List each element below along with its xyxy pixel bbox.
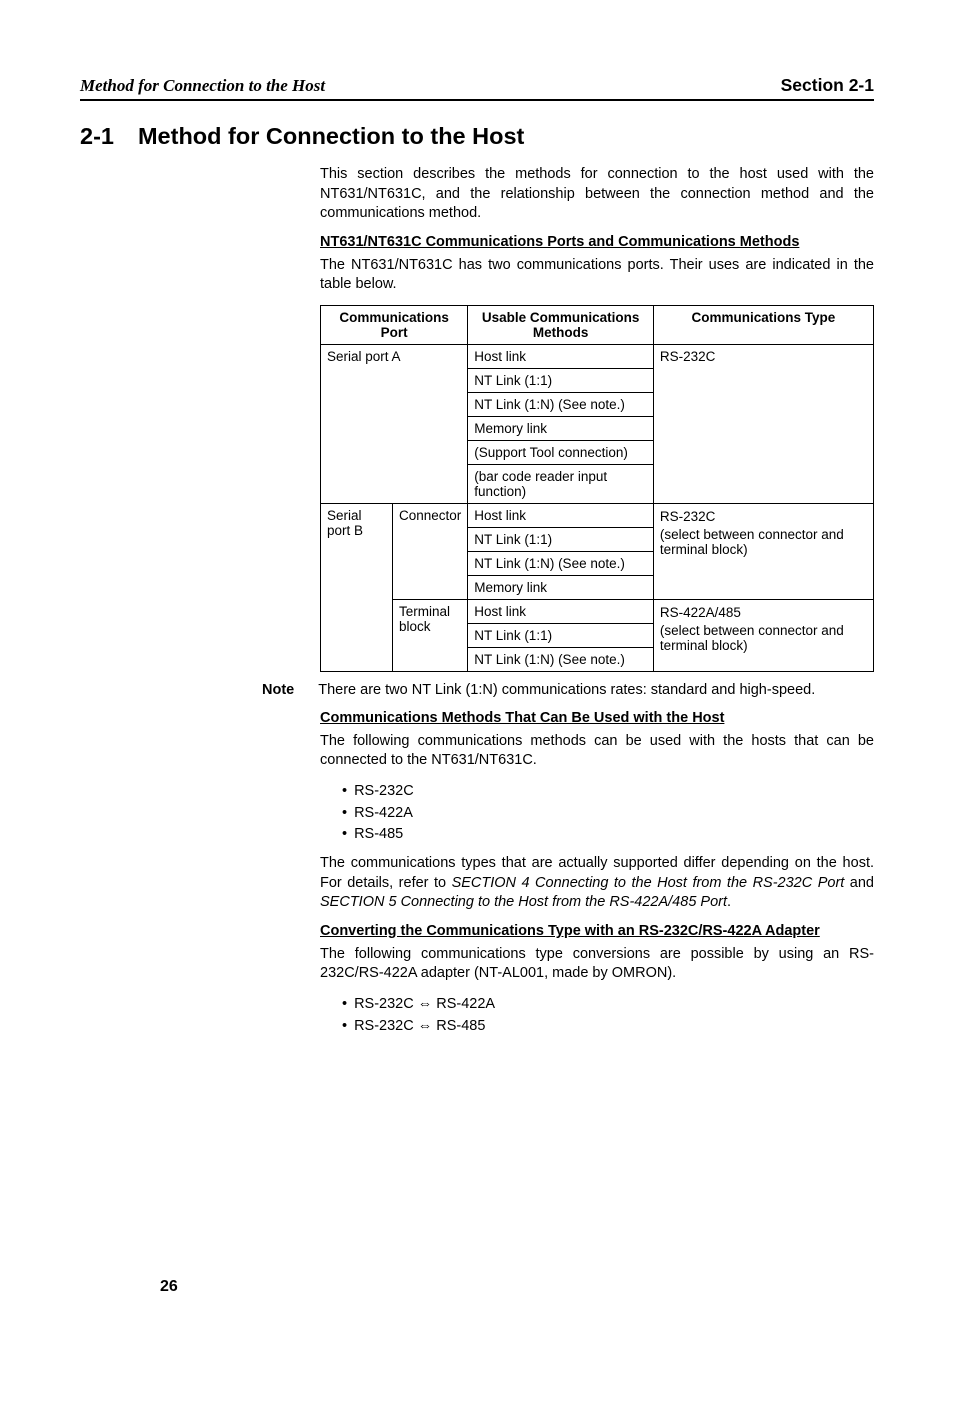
cell-method: (Support Tool connection) xyxy=(468,440,654,464)
list-item: RS-232C ⇔ RS-422A xyxy=(342,994,874,1016)
sub3-paragraph: The following communications type conver… xyxy=(320,945,874,984)
table-row: Serial port A Host link RS-232C xyxy=(321,344,874,368)
cell-method: Host link xyxy=(468,344,654,368)
list-item: RS-232C ⇔ RS-485 xyxy=(342,1016,874,1038)
section-number: 2-1 xyxy=(80,123,114,150)
subhead-comm-methods-host: Communications Methods That Can Be Used … xyxy=(320,710,874,726)
intro-paragraph: This section describes the methods for c… xyxy=(320,165,874,224)
section-title: Method for Connection to the Host xyxy=(138,123,524,150)
type-line: (select between connector and terminal b… xyxy=(660,526,867,559)
cell-method: Host link xyxy=(468,503,654,527)
cell-type: RS-232C xyxy=(653,344,873,503)
subhead-converting: Converting the Communications Type with … xyxy=(320,923,874,939)
text-fragment: and xyxy=(844,875,874,891)
note-text: There are two NT Link (1:N) communicatio… xyxy=(318,682,874,698)
type-line: RS-422A/485 xyxy=(660,604,867,622)
th-port: Communications Port xyxy=(321,305,468,344)
cell-port-a: Serial port A xyxy=(321,344,468,503)
cell-method: NT Link (1:1) xyxy=(468,527,654,551)
list-item: RS-485 xyxy=(342,824,874,846)
sub2-paragraph-2: The communications types that are actual… xyxy=(320,854,874,913)
type-line: RS-232C xyxy=(660,508,867,526)
cell-terminal-block: Terminal block xyxy=(393,599,468,671)
page-number: 26 xyxy=(160,1278,178,1296)
sub1-paragraph: The NT631/NT631C has two communications … xyxy=(320,256,874,295)
cell-method: NT Link (1:N) (See note.) xyxy=(468,551,654,575)
subhead-ports-methods: NT631/NT631C Communications Ports and Co… xyxy=(320,234,874,250)
communications-table: Communications Port Usable Communication… xyxy=(320,305,874,672)
list-item: RS-422A xyxy=(342,803,874,825)
header-left: Method for Connection to the Host xyxy=(80,76,325,96)
text-fragment: . xyxy=(727,894,731,910)
page-header: Method for Connection to the Host Sectio… xyxy=(80,75,874,101)
cell-method: Host link xyxy=(468,599,654,623)
cell-type: RS-232C (select between connector and te… xyxy=(653,503,873,599)
th-methods: Usable Communications Methods xyxy=(468,305,654,344)
note-block: Note There are two NT Link (1:N) communi… xyxy=(80,682,874,698)
cell-method: NT Link (1:1) xyxy=(468,623,654,647)
text-italic: SECTION 4 Connecting to the Host from th… xyxy=(452,875,845,891)
cell-method: (bar code reader input function) xyxy=(468,464,654,503)
text-italic: SECTION 5 Connecting to the Host from th… xyxy=(320,894,727,910)
cell-method: Memory link xyxy=(468,416,654,440)
table-header-row: Communications Port Usable Communication… xyxy=(321,305,874,344)
type-line: (select between connector and terminal b… xyxy=(660,622,867,655)
bullet-list: RS-232C ⇔ RS-422A RS-232C ⇔ RS-485 xyxy=(342,994,874,1038)
table-row: Serial port B Connector Host link RS-232… xyxy=(321,503,874,527)
cell-connector: Connector xyxy=(393,503,468,599)
cell-method: NT Link (1:1) xyxy=(468,368,654,392)
section-heading: 2-1 Method for Connection to the Host xyxy=(80,123,874,150)
cell-type: RS-422A/485 (select between connector an… xyxy=(653,599,873,671)
header-right: Section 2-1 xyxy=(781,75,874,96)
cell-method: NT Link (1:N) (See note.) xyxy=(468,647,654,671)
bullet-list: RS-232C RS-422A RS-485 xyxy=(342,781,874,846)
table-row: Terminal block Host link RS-422A/485 (se… xyxy=(321,599,874,623)
note-label: Note xyxy=(262,682,294,698)
cell-method: Memory link xyxy=(468,575,654,599)
cell-method: NT Link (1:N) (See note.) xyxy=(468,392,654,416)
sub2-paragraph: The following communications methods can… xyxy=(320,732,874,771)
th-type: Communications Type xyxy=(653,305,873,344)
list-item: RS-232C xyxy=(342,781,874,803)
cell-port-b: Serial port B xyxy=(321,503,393,671)
